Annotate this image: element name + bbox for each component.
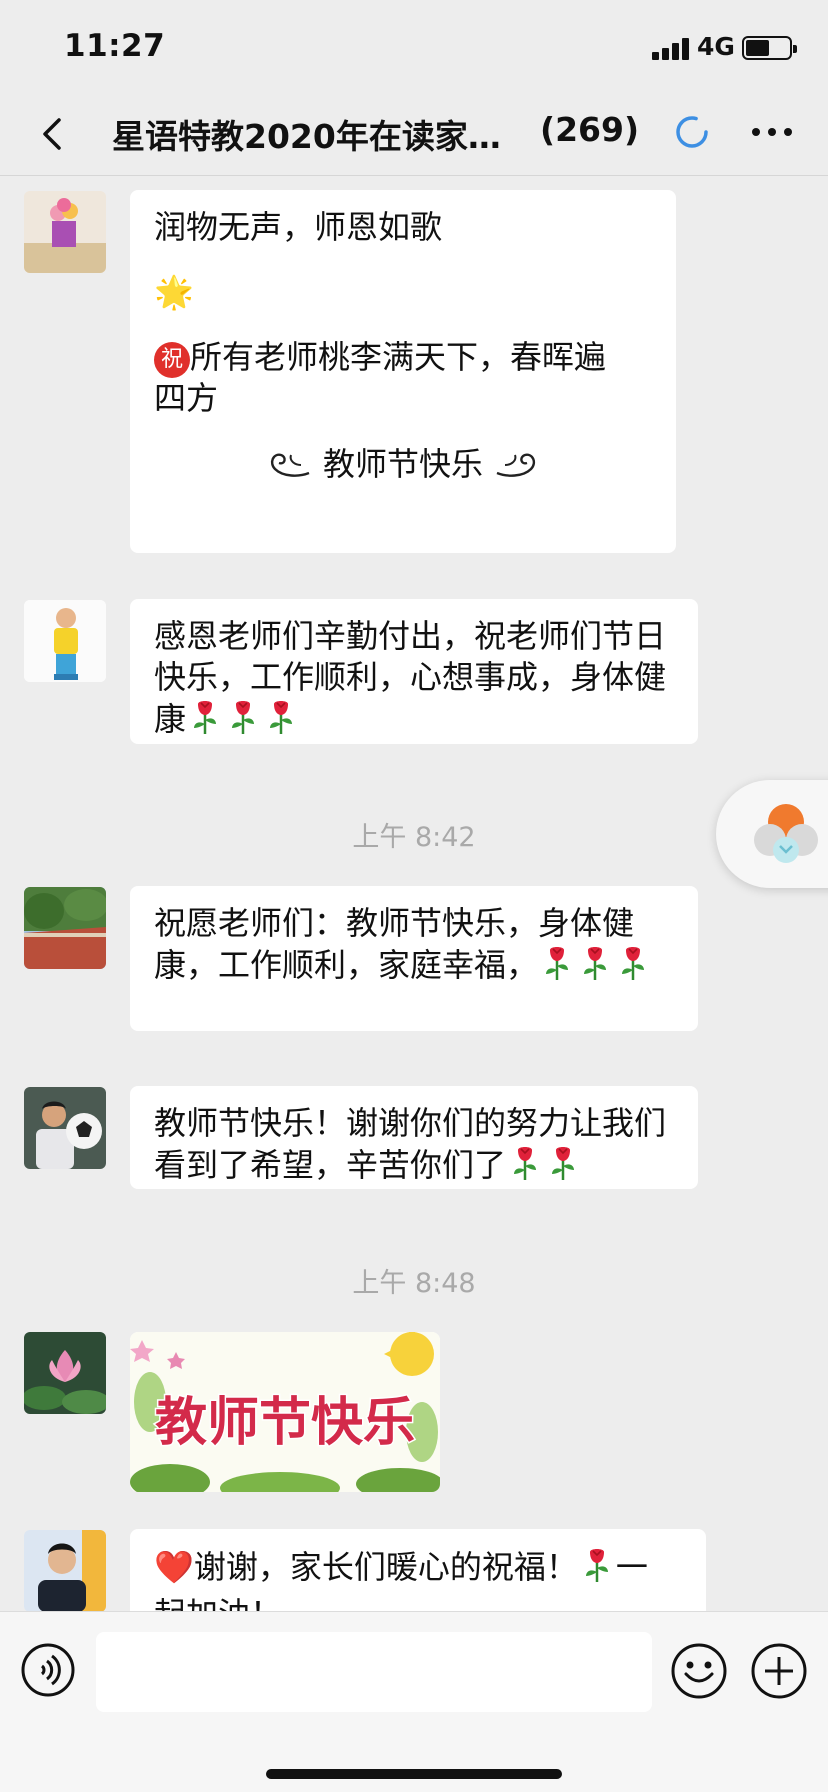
swirl-left-icon bbox=[270, 453, 310, 477]
star-emoji: 🌟 bbox=[154, 273, 194, 311]
rose-icon bbox=[616, 944, 650, 992]
message-bubble[interactable]: ❤️谢谢，家长们暖心的祝福！ 一起加油！ bbox=[130, 1529, 706, 1611]
more-dots-icon[interactable] bbox=[748, 120, 796, 144]
message-list[interactable]: 润物无声，师恩如歌 🌟 祝所有老师桃李满天下，春晖遍 四方 教师节快乐 感恩老师… bbox=[0, 177, 828, 1611]
message-text: 一 bbox=[615, 1548, 648, 1586]
message-text: 起加油！ bbox=[154, 1595, 282, 1611]
emoji-icon[interactable] bbox=[670, 1642, 728, 1700]
battery-icon bbox=[742, 36, 797, 60]
rose-icon bbox=[188, 698, 222, 746]
rose-icon bbox=[540, 944, 574, 992]
status-time: 11:27 bbox=[64, 28, 166, 64]
avatar[interactable] bbox=[24, 191, 106, 273]
loading-circle-icon bbox=[676, 116, 708, 148]
message-text: 四方 bbox=[154, 379, 219, 417]
avatar[interactable] bbox=[24, 1530, 106, 1611]
home-indicator bbox=[266, 1769, 562, 1779]
back-chevron-icon[interactable] bbox=[34, 114, 74, 154]
plus-icon[interactable] bbox=[750, 1642, 808, 1700]
swirl-right-icon bbox=[496, 453, 536, 477]
message-bubble[interactable]: 感恩老师们辛勤付出，祝老师们节日快乐，工作顺利，心想事成，身体健康 bbox=[130, 599, 698, 744]
rose-icon bbox=[546, 1144, 580, 1192]
image-message[interactable]: 教师节快乐 bbox=[130, 1332, 440, 1492]
message-timestamp: 上午 8:48 bbox=[352, 1268, 476, 1299]
image-caption: 教师节快乐 bbox=[155, 1393, 415, 1453]
blessing-icon: 祝 bbox=[154, 342, 190, 378]
rose-icon bbox=[264, 698, 298, 746]
message-text: 所有老师桃李满天下，春晖遍 bbox=[190, 338, 607, 376]
input-toolbar bbox=[0, 1611, 828, 1792]
message-timestamp: 上午 8:42 bbox=[352, 822, 476, 853]
heart-emoji: ❤️ bbox=[154, 1548, 194, 1586]
signal-icon bbox=[652, 36, 692, 60]
avatar[interactable] bbox=[24, 1087, 106, 1169]
rose-icon bbox=[508, 1144, 542, 1192]
rose-icon bbox=[226, 698, 260, 746]
rose-icon bbox=[580, 1546, 614, 1594]
avatar[interactable] bbox=[24, 887, 106, 969]
festival-greeting-image: 教师节快乐 bbox=[130, 1332, 440, 1492]
message-bubble[interactable]: 祝愿老师们：教师节快乐，身体健康，工作顺利，家庭幸福， bbox=[130, 886, 698, 1031]
message-input[interactable] bbox=[96, 1632, 652, 1712]
rose-icon bbox=[578, 944, 612, 992]
member-count: (269) bbox=[540, 110, 640, 149]
chat-header: 星语特教2020年在读家… (269) bbox=[0, 92, 828, 176]
status-bar: 11:27 4G bbox=[0, 0, 828, 92]
floating-ball[interactable] bbox=[716, 780, 828, 888]
chat-title[interactable]: 星语特教2020年在读家… bbox=[112, 110, 501, 158]
message-bubble[interactable]: 润物无声，师恩如歌 🌟 祝所有老师桃李满天下，春晖遍 四方 教师节快乐 bbox=[130, 190, 676, 553]
message-text: 教师节快乐！谢谢你们的努力让我们看到了希望，辛苦你们了 bbox=[154, 1104, 667, 1184]
message-bubble[interactable]: 教师节快乐！谢谢你们的努力让我们看到了希望，辛苦你们了 bbox=[130, 1086, 698, 1189]
voice-icon[interactable] bbox=[20, 1642, 76, 1698]
message-text: 谢谢，家长们暖心的祝福！ bbox=[193, 1548, 578, 1586]
avatar[interactable] bbox=[24, 1332, 106, 1414]
floating-ball-icon bbox=[754, 804, 818, 863]
network-label: 4G bbox=[697, 32, 735, 61]
message-text: 润物无声，师恩如歌 bbox=[154, 208, 443, 246]
avatar[interactable] bbox=[24, 600, 106, 682]
message-footer: 教师节快乐 bbox=[322, 445, 483, 483]
